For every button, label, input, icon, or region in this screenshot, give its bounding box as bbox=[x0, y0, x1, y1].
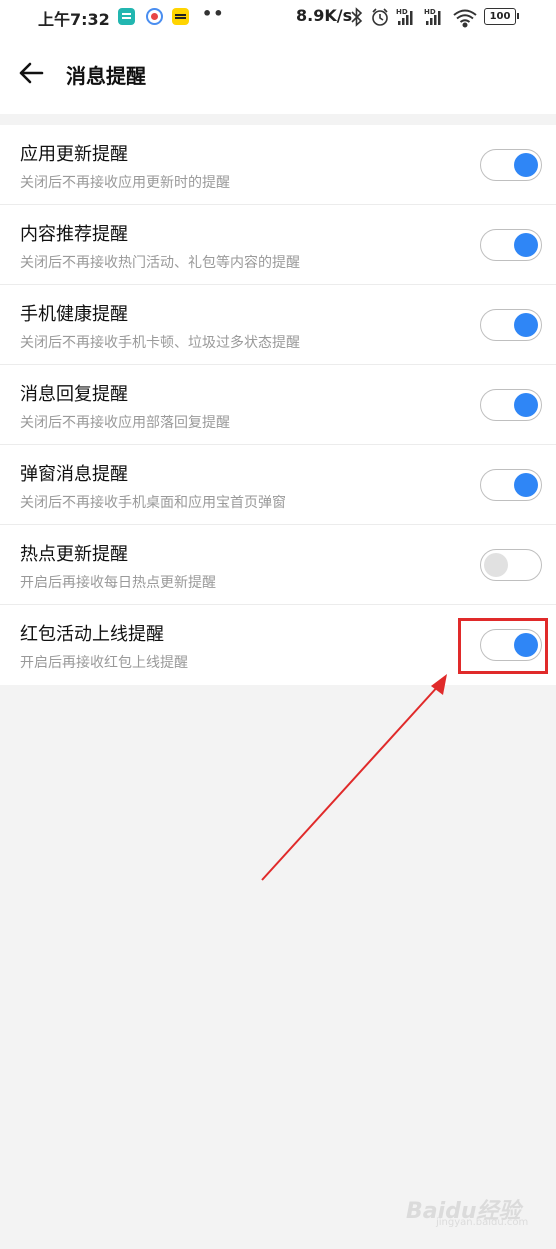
setting-subtitle: 关闭后不再接收手机桌面和应用宝首页弹窗 bbox=[20, 495, 286, 511]
signal-hd-icon: HD bbox=[424, 8, 441, 25]
setting-title: 内容推荐提醒 bbox=[20, 224, 128, 245]
bluetooth-icon bbox=[351, 7, 363, 27]
toggle-knob bbox=[514, 153, 538, 177]
status-bar: 上午7:32 •• 8.9K/s HD HD 100 bbox=[0, 0, 556, 34]
setting-title: 应用更新提醒 bbox=[20, 144, 128, 165]
setting-subtitle: 关闭后不再接收热门活动、礼包等内容的提醒 bbox=[20, 255, 300, 271]
setting-hot-topic-update[interactable]: 热点更新提醒 开启后再接收每日热点更新提醒 bbox=[0, 525, 556, 605]
toggle-switch[interactable] bbox=[480, 149, 542, 181]
settings-list: 应用更新提醒 关闭后不再接收应用更新时的提醒 内容推荐提醒 关闭后不再接收热门活… bbox=[0, 125, 556, 685]
back-arrow-icon bbox=[19, 62, 44, 84]
battery-icon: 100 bbox=[484, 8, 519, 25]
setting-title: 消息回复提醒 bbox=[20, 384, 128, 405]
setting-subtitle: 开启后再接收每日热点更新提醒 bbox=[20, 575, 216, 591]
toggle-knob bbox=[514, 473, 538, 497]
toggle-switch[interactable] bbox=[480, 389, 542, 421]
status-icons: HD HD bbox=[351, 7, 477, 28]
top-bar: 上午7:32 •• 8.9K/s HD HD 100 消息提醒 bbox=[0, 0, 556, 114]
more-notifications-indicator: •• bbox=[202, 4, 225, 23]
svg-text:HD: HD bbox=[424, 8, 436, 16]
setting-subtitle: 关闭后不再接收应用更新时的提醒 bbox=[20, 175, 230, 191]
wifi-icon bbox=[453, 9, 477, 28]
setting-content-recommend[interactable]: 内容推荐提醒 关闭后不再接收热门活动、礼包等内容的提醒 bbox=[0, 205, 556, 285]
setting-subtitle: 关闭后不再接收应用部落回复提醒 bbox=[20, 415, 230, 431]
setting-app-update[interactable]: 应用更新提醒 关闭后不再接收应用更新时的提醒 bbox=[0, 125, 556, 205]
back-button[interactable] bbox=[14, 57, 50, 91]
setting-subtitle: 关闭后不再接收手机卡顿、垃圾过多状态提醒 bbox=[20, 335, 300, 351]
page-title: 消息提醒 bbox=[66, 64, 146, 88]
setting-popup-message[interactable]: 弹窗消息提醒 关闭后不再接收手机桌面和应用宝首页弹窗 bbox=[0, 445, 556, 525]
watermark-subtext: jingyan.baidu.com bbox=[436, 1217, 529, 1228]
toggle-knob bbox=[514, 233, 538, 257]
network-speed: 8.9K/s bbox=[296, 6, 353, 25]
svg-text:HD: HD bbox=[396, 8, 408, 16]
setting-title: 热点更新提醒 bbox=[20, 544, 128, 565]
toggle-switch[interactable] bbox=[480, 229, 542, 261]
setting-subtitle: 开启后再接收红包上线提醒 bbox=[20, 655, 188, 671]
browser-app-icon bbox=[146, 8, 163, 25]
toggle-switch[interactable] bbox=[480, 549, 542, 581]
notes-app-icon bbox=[118, 8, 135, 25]
alarm-icon bbox=[372, 8, 388, 26]
setting-title: 弹窗消息提醒 bbox=[20, 464, 128, 485]
toggle-knob bbox=[484, 553, 508, 577]
toggle-knob bbox=[514, 313, 538, 337]
setting-phone-health[interactable]: 手机健康提醒 关闭后不再接收手机卡顿、垃圾过多状态提醒 bbox=[0, 285, 556, 365]
toggle-knob bbox=[514, 393, 538, 417]
setting-title: 手机健康提醒 bbox=[20, 304, 128, 325]
toggle-switch[interactable] bbox=[480, 469, 542, 501]
highlight-box bbox=[458, 618, 548, 674]
watermark: Baidu经验 jingyan.baidu.com bbox=[406, 1193, 529, 1233]
toggle-switch[interactable] bbox=[480, 309, 542, 341]
status-time: 上午7:32 bbox=[38, 10, 110, 29]
signal-hd-icon: HD bbox=[396, 8, 413, 25]
setting-message-reply[interactable]: 消息回复提醒 关闭后不再接收应用部落回复提醒 bbox=[0, 365, 556, 445]
setting-title: 红包活动上线提醒 bbox=[20, 624, 164, 645]
news-app-icon bbox=[172, 8, 189, 25]
